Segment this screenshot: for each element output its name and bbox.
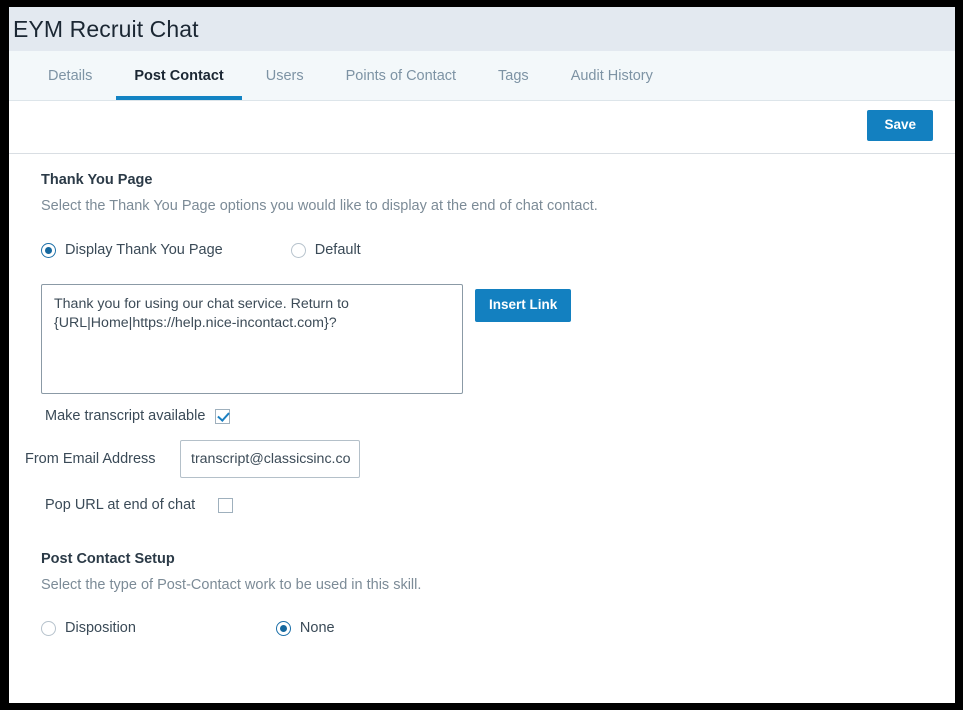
app-window: EYM Recruit Chat Details Post Contact Us… (9, 7, 955, 703)
pop-url-row: Pop URL at end of chat (41, 497, 955, 513)
tab-details[interactable]: Details (27, 51, 113, 100)
thank-you-page-heading: Thank You Page (41, 172, 153, 188)
radio-label-none: None (299, 620, 335, 636)
tab-bar: Details Post Contact Users Points of Con… (9, 51, 955, 101)
radio-label-default: Default (314, 242, 361, 258)
radio-circle-icon[interactable] (275, 620, 291, 636)
tab-users[interactable]: Users (245, 51, 325, 100)
pop-url-label: Pop URL at end of chat (45, 497, 196, 513)
post-contact-setup-section: Post Contact Setup Select the type of Po… (41, 551, 955, 636)
radio-none[interactable]: None (275, 620, 335, 636)
radio-circle-icon[interactable] (41, 242, 56, 258)
radio-circle-icon[interactable] (41, 620, 56, 636)
from-email-input[interactable] (180, 440, 360, 478)
save-button[interactable]: Save (867, 110, 933, 141)
radio-disposition[interactable]: Disposition (41, 620, 136, 636)
post-contact-setup-radio-group: Disposition None (41, 620, 955, 636)
thank-you-message-row: Insert Link (41, 284, 955, 394)
insert-link-button[interactable]: Insert Link (475, 289, 572, 322)
action-bar: Save (9, 101, 955, 154)
radio-label-display-thank-you-page: Display Thank You Page (65, 242, 223, 258)
radio-circle-icon[interactable] (290, 242, 306, 258)
radio-display-thank-you-page[interactable]: Display Thank You Page (41, 242, 223, 258)
app-header: EYM Recruit Chat (9, 7, 955, 51)
thank-you-message-textarea[interactable] (41, 284, 463, 394)
from-email-row: From Email Address (25, 440, 955, 478)
radio-default[interactable]: Default (290, 242, 361, 258)
make-transcript-label: Make transcript available (45, 408, 206, 424)
radio-label-disposition: Disposition (65, 620, 136, 636)
tab-post-contact[interactable]: Post Contact (113, 51, 244, 100)
post-contact-setup-heading: Post Contact Setup (41, 551, 175, 567)
make-transcript-row: Make transcript available (41, 408, 955, 424)
page-title: EYM Recruit Chat (13, 15, 199, 42)
tab-points-of-contact[interactable]: Points of Contact (325, 51, 477, 100)
post-contact-setup-description: Select the type of Post-Contact work to … (41, 577, 422, 593)
thank-you-page-radio-group: Display Thank You Page Default (41, 242, 955, 258)
thank-you-page-description: Select the Thank You Page options you wo… (41, 198, 598, 214)
from-email-label: From Email Address (25, 451, 156, 467)
make-transcript-checkbox[interactable] (215, 408, 231, 424)
settings-content: Thank You Page Select the Thank You Page… (9, 154, 955, 636)
tab-tags[interactable]: Tags (477, 51, 550, 100)
tab-audit-history[interactable]: Audit History (550, 51, 674, 100)
pop-url-checkbox[interactable] (218, 497, 234, 513)
